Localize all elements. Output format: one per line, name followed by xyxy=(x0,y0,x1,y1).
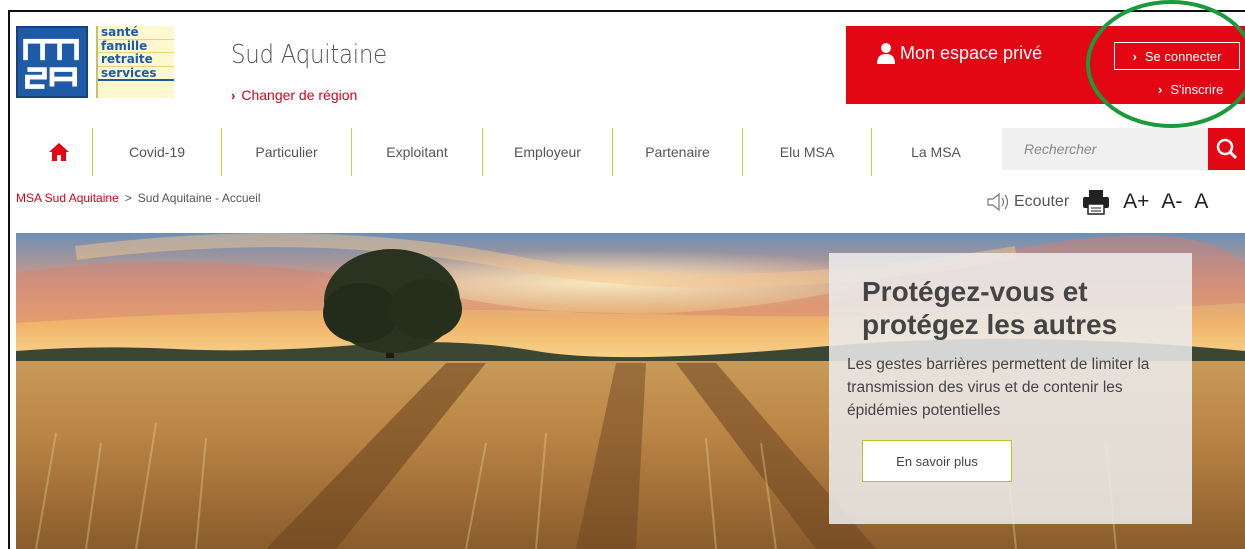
breadcrumb-current: Sud Aquitaine - Accueil xyxy=(137,191,261,205)
logo-word: services xyxy=(98,66,174,81)
font-decrease-button[interactable]: A- xyxy=(1161,190,1182,214)
breadcrumb-separator: > xyxy=(124,191,132,205)
breadcrumb: MSA Sud Aquitaine > Sud Aquitaine - Accu… xyxy=(16,191,261,205)
change-region-label: Changer de région xyxy=(241,87,358,103)
search-icon xyxy=(1216,138,1237,160)
msa-logo-mark xyxy=(16,26,88,98)
listen-button[interactable]: Ecouter xyxy=(986,191,1069,213)
nav-item-exploitant[interactable]: Exploitant xyxy=(352,128,482,176)
nav-item-covid[interactable]: Covid-19 xyxy=(93,128,221,176)
region-title: Sud Aquitaine xyxy=(231,40,387,70)
nav-item-employeur[interactable]: Employeur xyxy=(483,128,612,176)
register-link[interactable]: › S'inscrire xyxy=(1158,82,1223,97)
register-label: S'inscrire xyxy=(1170,82,1224,97)
nav-item-particulier[interactable]: Particulier xyxy=(222,128,351,176)
logo-word: santé xyxy=(98,26,174,40)
private-space-panel: Mon espace privé › Se connecter › S'insc… xyxy=(846,26,1245,104)
logo-word: retraite xyxy=(98,53,174,67)
listen-label: Ecouter xyxy=(1014,193,1070,210)
nav-item-partenaire[interactable]: Partenaire xyxy=(613,128,742,176)
banner-title: Protégez-vous et protégez les autres xyxy=(862,276,1118,340)
msa-logo[interactable]: santé famille retraite services xyxy=(16,26,174,98)
breadcrumb-root-link[interactable]: MSA Sud Aquitaine xyxy=(16,191,119,205)
learn-more-button[interactable]: En savoir plus xyxy=(862,440,1012,482)
chevron-right-icon: › xyxy=(231,87,236,103)
font-increase-button[interactable]: A+ xyxy=(1123,190,1149,214)
search-input[interactable] xyxy=(1002,128,1206,170)
banner-card: Protégez-vous et protégez les autres Les… xyxy=(829,253,1192,524)
private-space-label: Mon espace privé xyxy=(900,42,1043,63)
search-box xyxy=(1002,128,1245,170)
chevron-right-icon: › xyxy=(1158,82,1163,97)
nav-item-elu-msa[interactable]: Elu MSA xyxy=(743,128,871,176)
nav-home[interactable] xyxy=(36,128,82,176)
printer-icon[interactable] xyxy=(1081,189,1111,215)
msa-logo-words: santé famille retraite services xyxy=(96,26,174,98)
font-reset-button[interactable]: A xyxy=(1194,190,1208,214)
page-tools: Ecouter A+ A- A xyxy=(986,187,1208,217)
hero-banner: Protégez-vous et protégez les autres Les… xyxy=(16,233,1245,549)
speaker-icon xyxy=(987,192,1009,212)
user-icon xyxy=(877,43,895,64)
home-icon xyxy=(49,143,69,161)
private-space-title: Mon espace privé xyxy=(876,42,1042,64)
change-region-link[interactable]: › Changer de région xyxy=(231,87,357,103)
chevron-right-icon: › xyxy=(1132,48,1137,64)
login-label: Se connecter xyxy=(1144,48,1222,64)
main-nav: Covid-19 Particulier Exploitant Employeu… xyxy=(16,122,1245,182)
search-button[interactable] xyxy=(1208,128,1245,170)
banner-text: Les gestes barrières permettent de limit… xyxy=(847,356,1150,419)
login-button[interactable]: › Se connecter xyxy=(1114,42,1240,70)
logo-word: famille xyxy=(98,39,174,53)
nav-item-la-msa[interactable]: La MSA xyxy=(872,128,1000,176)
